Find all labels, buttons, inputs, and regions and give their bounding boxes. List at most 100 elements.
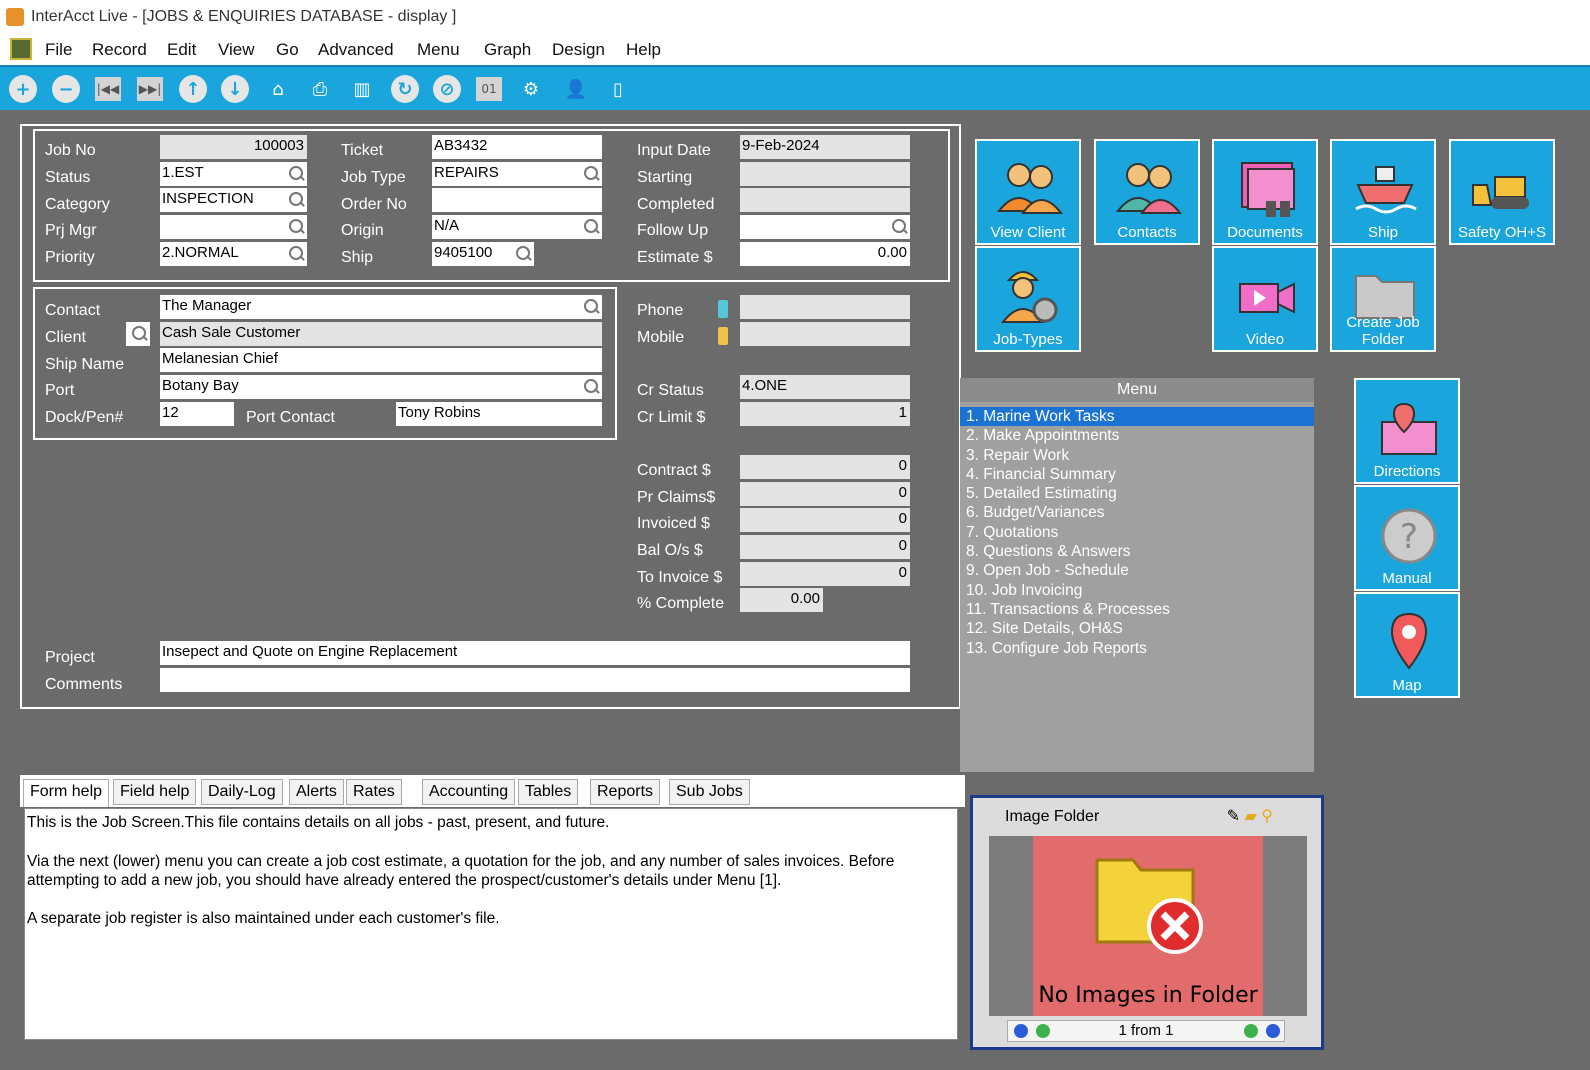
first-image-icon[interactable] <box>1014 1024 1028 1038</box>
job-types-tile[interactable]: Job-Types <box>975 246 1081 352</box>
job-type-field[interactable]: REPAIRS <box>432 162 602 186</box>
status-field[interactable]: 1.EST <box>160 162 307 186</box>
form-help-text[interactable]: This is the Job Screen.This file contain… <box>24 808 958 1040</box>
port-field[interactable]: Botany Bay <box>160 375 602 399</box>
pr-claims-field[interactable]: 0 <box>740 482 910 506</box>
menu-help[interactable]: Help <box>626 40 661 60</box>
bal-os-field[interactable]: 0 <box>740 535 910 559</box>
tab-accounting[interactable]: Accounting <box>422 779 516 805</box>
lookup-icon[interactable] <box>514 245 532 263</box>
directions-tile[interactable]: Directions <box>1354 378 1460 484</box>
lookup-icon[interactable] <box>287 218 305 236</box>
lookup-icon[interactable] <box>582 165 600 183</box>
menu-item-financial-summary[interactable]: 4. Financial Summary <box>960 465 1314 484</box>
to-invoice-field[interactable]: 0 <box>740 562 910 586</box>
manual-tile[interactable]: ? Manual <box>1354 485 1460 591</box>
mobile-field[interactable] <box>740 322 910 346</box>
starting-field[interactable] <box>740 162 910 186</box>
menu-item-transactions-processes[interactable]: 11. Transactions & Processes <box>960 600 1314 619</box>
cancel-icon[interactable]: ⊘ <box>433 75 461 103</box>
next-image-icon[interactable] <box>1244 1024 1258 1038</box>
dock-field[interactable]: 12 <box>160 402 234 426</box>
open-folder-icon[interactable]: ▰ <box>1245 808 1257 825</box>
lookup-icon[interactable] <box>287 245 305 263</box>
tab-rates[interactable]: Rates <box>346 779 402 805</box>
map-tile[interactable]: Map <box>1354 592 1460 698</box>
calendar-icon[interactable]: 01 <box>476 77 502 101</box>
menu-go[interactable]: Go <box>276 40 299 60</box>
safety-ohs-tile[interactable]: Safety OH+S <box>1449 139 1555 245</box>
contact-field[interactable]: The Manager <box>160 295 602 319</box>
next-record-icon[interactable]: ↓ <box>221 75 249 103</box>
tab-daily-log[interactable]: Daily-Log <box>201 779 283 805</box>
create-job-folder-tile[interactable]: Create Job Folder <box>1330 246 1436 352</box>
app-logo-icon[interactable] <box>10 38 32 60</box>
invoiced-field[interactable]: 0 <box>740 508 910 532</box>
input-date-field[interactable]: 9-Feb-2024 <box>740 135 910 159</box>
menu-item-marine-work-tasks[interactable]: 1. Marine Work Tasks <box>960 407 1314 427</box>
lookup-icon[interactable] <box>890 218 908 236</box>
project-field[interactable]: Insepect and Quote on Engine Replacement <box>160 641 910 665</box>
category-field[interactable]: INSPECTION <box>160 188 307 212</box>
menu-item-repair-work[interactable]: 3. Repair Work <box>960 446 1314 465</box>
menu-item-budget-variances[interactable]: 6. Budget/Variances <box>960 503 1314 522</box>
menu-item-quotations[interactable]: 7. Quotations <box>960 523 1314 542</box>
view-client-tile[interactable]: View Client <box>975 139 1081 245</box>
search-icon[interactable]: ⚲ <box>1261 808 1273 825</box>
menu-item-detailed-estimating[interactable]: 5. Detailed Estimating <box>960 484 1314 503</box>
completed-field[interactable] <box>740 188 910 212</box>
previous-image-icon[interactable] <box>1036 1024 1050 1038</box>
client-field[interactable]: Cash Sale Customer <box>160 322 602 346</box>
refresh-icon[interactable]: ↻ <box>391 75 419 103</box>
comments-field[interactable] <box>160 668 910 692</box>
phone-icon[interactable] <box>718 300 728 318</box>
cr-limit-field[interactable]: 1 <box>740 402 910 426</box>
job-no-field[interactable]: 100003 <box>160 135 307 159</box>
home-icon[interactable]: ⌂ <box>264 75 292 103</box>
tab-tables[interactable]: Tables <box>518 779 579 805</box>
add-icon[interactable]: + <box>9 75 37 103</box>
edit-icon[interactable]: ✎ <box>1227 808 1240 825</box>
last-record-icon[interactable]: ▶▶| <box>137 77 163 101</box>
menu-graph[interactable]: Graph <box>484 40 531 60</box>
previous-record-icon[interactable]: ↑ <box>179 75 207 103</box>
lookup-icon[interactable] <box>287 165 305 183</box>
user-settings-icon[interactable]: 👤 <box>562 75 590 103</box>
client-lookup-button[interactable] <box>126 322 150 346</box>
tab-sub-jobs[interactable]: Sub Jobs <box>669 779 750 805</box>
menu-view[interactable]: View <box>218 40 255 60</box>
first-record-icon[interactable]: |◀◀ <box>95 77 121 101</box>
prj-mgr-field[interactable] <box>160 215 307 239</box>
lookup-icon[interactable] <box>582 378 600 396</box>
settings-icon[interactable]: ⚙ <box>517 75 545 103</box>
contract-field[interactable]: 0 <box>740 455 910 479</box>
ticket-field[interactable]: AB3432 <box>432 135 602 159</box>
cr-status-field[interactable]: 4.ONE <box>740 375 910 399</box>
delete-icon[interactable]: ▥ <box>348 75 376 103</box>
menu-record[interactable]: Record <box>92 40 147 60</box>
ship-tile[interactable]: Ship <box>1330 139 1436 245</box>
origin-field[interactable]: N/A <box>432 215 602 239</box>
order-no-field[interactable] <box>432 188 602 212</box>
priority-field[interactable]: 2.NORMAL <box>160 242 307 266</box>
tab-form-help[interactable]: Form help <box>23 779 110 807</box>
menu-item-configure-job-reports[interactable]: 13. Configure Job Reports <box>960 639 1314 658</box>
estimate-field[interactable]: 0.00 <box>740 242 910 266</box>
ship-field[interactable]: 9405100 <box>432 242 534 266</box>
tab-alerts[interactable]: Alerts <box>289 779 344 805</box>
menu-item-site-details-ohs[interactable]: 12. Site Details, OH&S <box>960 619 1314 638</box>
menu-edit[interactable]: Edit <box>167 40 196 60</box>
tab-field-help[interactable]: Field help <box>113 779 197 805</box>
pct-complete-field[interactable]: 0.00 <box>740 588 823 612</box>
last-image-icon[interactable] <box>1266 1024 1280 1038</box>
ship-name-field[interactable]: Melanesian Chief <box>160 348 602 372</box>
video-tile[interactable]: Video <box>1212 246 1318 352</box>
print-icon[interactable]: ⎙ <box>306 75 334 103</box>
lookup-icon[interactable] <box>287 191 305 209</box>
tab-reports[interactable]: Reports <box>590 779 661 805</box>
menu-menu[interactable]: Menu <box>417 40 460 60</box>
exit-door-icon[interactable]: ▯ <box>604 75 632 103</box>
port-contact-field[interactable]: Tony Robins <box>396 402 602 426</box>
documents-tile[interactable]: Documents <box>1212 139 1318 245</box>
menu-item-open-job-schedule[interactable]: 9. Open Job - Schedule <box>960 561 1314 580</box>
